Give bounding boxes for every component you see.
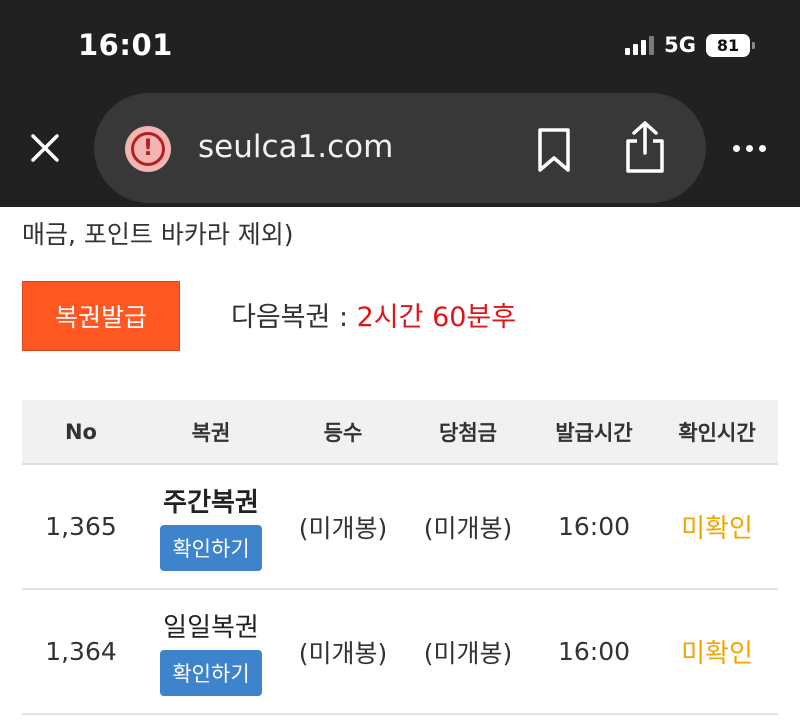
share-icon[interactable]	[622, 119, 668, 175]
row-issued-time: 16:00	[557, 637, 631, 666]
header-ticket: 복권	[191, 420, 231, 445]
notice-text: 매금, 포인트 바카라 제외)	[22, 220, 294, 249]
next-lottery-label: 다음복권 :	[231, 302, 357, 333]
ticket-cell: 일일복권 확인하기	[140, 607, 282, 696]
address-bar[interactable]: ! seulca1.com	[94, 93, 706, 203]
row-prize: (미개봉)	[423, 513, 513, 543]
battery-icon: 81	[706, 33, 755, 57]
signal-icon	[625, 35, 655, 55]
header-no: No	[64, 419, 97, 444]
url-text[interactable]: seulca1.com	[198, 129, 393, 165]
lottery-table: No 복권 등수 당첨금 발급시간 확인시간 1,365 주간복권 확인하기 (…	[22, 400, 778, 715]
table-header: No 복권 등수 당첨금 발급시간 확인시간	[22, 400, 778, 465]
header-prize: 당첨금	[439, 420, 497, 445]
row-checked-status: 미확인	[681, 514, 753, 544]
status-time: 16:01	[78, 28, 173, 62]
row-rank: (미개봉)	[298, 513, 388, 543]
row-no: 1,365	[45, 512, 117, 541]
warning-icon[interactable]: !	[125, 126, 171, 172]
bookmark-icon[interactable]	[534, 127, 574, 173]
header-issued-time: 발급시간	[555, 420, 633, 445]
header-rank: 등수	[323, 420, 363, 445]
row-issued-time: 16:00	[557, 512, 631, 541]
header-checked-time: 확인시간	[678, 420, 756, 445]
next-lottery-info: 다음복권 : 2시간 60분후	[231, 295, 516, 334]
row-rank: (미개봉)	[298, 638, 388, 668]
issue-lottery-button[interactable]: 복권발급	[22, 281, 180, 351]
table-row: 1,365 주간복권 확인하기 (미개봉) (미개봉) 16:00 미확인	[22, 465, 778, 590]
ticket-name: 주간복권	[163, 488, 259, 518]
row-no: 1,364	[45, 637, 117, 666]
more-icon[interactable]	[733, 140, 773, 156]
ticket-cell: 주간복권 확인하기	[140, 482, 282, 571]
confirm-button[interactable]: 확인하기	[160, 525, 262, 571]
close-tab-button[interactable]	[25, 128, 65, 168]
battery-level: 81	[716, 35, 740, 55]
row-checked-status: 미확인	[681, 639, 753, 669]
status-indicators: 5G 81	[625, 33, 755, 57]
row-prize: (미개봉)	[423, 638, 513, 668]
browser-chrome: 16:01 5G 81 ! seulca1.com	[0, 0, 800, 207]
table-row: 1,364 일일복권 확인하기 (미개봉) (미개봉) 16:00 미확인	[22, 590, 778, 715]
confirm-button[interactable]: 확인하기	[160, 650, 262, 696]
network-type: 5G	[664, 33, 696, 57]
next-lottery-time: 2시간 60분후	[356, 302, 517, 333]
ticket-name: 일일복권	[163, 613, 259, 643]
close-icon	[31, 134, 59, 162]
